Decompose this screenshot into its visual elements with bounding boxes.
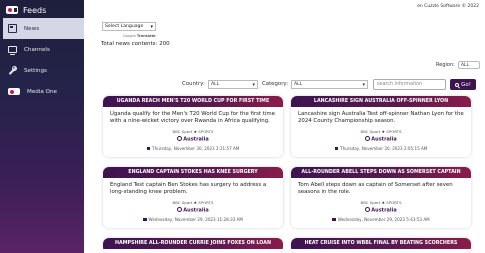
news-card[interactable]: HEAT CRUISE INTO WBBL FINAL BY BEATING S… — [291, 238, 471, 253]
go-button-label: Go! — [461, 81, 471, 88]
news-card-country-label: Australia — [183, 136, 209, 143]
news-card-date: Thursday, November 30, 2023 3:11:57 AM — [110, 145, 276, 152]
total-news-count: Total news contents: 200 — [101, 41, 170, 47]
news-card-summary: Tom Abell steps down as captain of Somer… — [298, 182, 453, 196]
news-card-summary: Lancashire sign Australia Test off-spinn… — [298, 111, 464, 125]
news-card-date: Wednesday, November 29, 2023 5:43:53 AM — [298, 216, 464, 223]
powered-by-suffix: Translate — [136, 34, 156, 38]
news-card-meta: BBC Sport ★ SPORTS — [298, 128, 464, 135]
media-one-logo-icon — [8, 88, 20, 95]
powered-by-translate[interactable]: Google Translate — [123, 34, 156, 38]
news-card-date: Wednesday, November 29, 2023 11:28:33 AM — [110, 216, 276, 223]
star-icon: ★ — [381, 199, 386, 205]
news-card-date-label: Thursday, November 30, 2023 2:05:15 AM — [340, 146, 428, 152]
sidebar-item-media-one[interactable]: Media One — [0, 81, 84, 102]
sidebar-item-news[interactable]: News — [3, 18, 84, 39]
news-icon — [8, 24, 17, 33]
star-icon: ★ — [193, 199, 198, 205]
news-card-category: SPORTS — [386, 128, 402, 134]
sidebar-item-channels[interactable]: Channels — [0, 39, 84, 60]
news-card-meta: BBC Sport ★ SPORTS — [298, 199, 464, 206]
news-card-category: SPORTS — [386, 199, 402, 205]
globe-icon — [177, 136, 183, 142]
country-select[interactable]: ALL — [208, 80, 258, 89]
brand: Feeds — [6, 3, 46, 17]
news-card-title: ENGLAND CAPTAIN STOKES HAS KNEE SURGERY — [103, 167, 283, 178]
news-card-source: BBC Sport — [172, 199, 193, 205]
copyright-text: en Cuzzle Software © 2022 — [417, 4, 479, 9]
language-select[interactable]: Select Language — [102, 22, 156, 31]
news-card-title: HAMPSHIRE ALL-ROUNDER CURRIE JOINS FOXES… — [103, 238, 283, 249]
search-input[interactable]: search information — [373, 79, 446, 90]
news-card-body: Lancashire sign Australia Test off-spinn… — [291, 107, 471, 157]
category-select[interactable]: ALL — [291, 80, 368, 89]
news-card-category: SPORTS — [198, 128, 214, 134]
news-card-date: Thursday, November 30, 2023 2:05:15 AM — [298, 145, 464, 152]
region-select[interactable]: ALL — [458, 61, 480, 69]
news-card[interactable]: UGANDA REACH MEN'S T20 WORLD CUP FOR FIR… — [103, 96, 283, 157]
news-card-body: Tom Abell steps down as captain of Somer… — [291, 178, 471, 228]
main-content: en Cuzzle Software © 2022 Select Languag… — [84, 0, 485, 253]
go-button[interactable]: Go! — [450, 79, 476, 90]
star-icon: ★ — [381, 128, 386, 134]
news-card-country: Australia — [110, 136, 276, 144]
news-card-body: Uganda qualify for the Men's T20 World C… — [103, 107, 283, 157]
sidebar-item-label: Media One — [27, 88, 57, 95]
news-card-country: Australia — [298, 136, 464, 144]
globe-icon — [177, 207, 183, 213]
globe-icon — [365, 207, 371, 213]
news-card-source: BBC Sport — [360, 128, 381, 134]
news-card-country: Australia — [110, 207, 276, 215]
country-label: Country: — [182, 81, 205, 87]
brand-title: Feeds — [23, 5, 47, 15]
news-card-source: BBC Sport — [172, 128, 193, 134]
news-card-country-label: Australia — [183, 207, 209, 214]
news-card[interactable]: ALL-ROUNDER ABELL STEPS DOWN AS SOMERSET… — [291, 167, 471, 228]
news-card-body: England Test captain Ben Stokes has surg… — [103, 178, 283, 228]
sidebar-item-label: News — [24, 25, 40, 32]
calendar-icon — [334, 146, 339, 151]
news-card-title: ALL-ROUNDER ABELL STEPS DOWN AS SOMERSET… — [291, 167, 471, 178]
sidebar-nav: News Channels Settings Media One — [0, 18, 84, 102]
sidebar: Feeds News Channels Settings Media One — [0, 0, 84, 253]
globe-icon — [365, 136, 371, 142]
star-icon: ★ — [193, 128, 198, 134]
powered-by-brand: Google — [123, 34, 136, 38]
sidebar-item-label: Channels — [24, 46, 50, 53]
news-card-summary: Uganda qualify for the Men's T20 World C… — [110, 111, 275, 125]
news-card-title: HEAT CRUISE INTO WBBL FINAL BY BEATING S… — [291, 238, 471, 249]
news-card[interactable]: LANCASHIRE SIGN AUSTRALIA OFF-SPINNER LY… — [291, 96, 471, 157]
settings-icon — [8, 66, 17, 75]
news-card-category: SPORTS — [198, 199, 214, 205]
news-card-meta: BBC Sport ★ SPORTS — [110, 128, 276, 135]
calendar-icon — [332, 217, 336, 222]
sidebar-item-settings[interactable]: Settings — [0, 60, 84, 81]
news-card-meta: BBC Sport ★ SPORTS — [110, 199, 276, 206]
news-card-date-label: Wednesday, November 29, 2023 5:43:53 AM — [337, 217, 430, 223]
news-card-country: Australia — [298, 207, 464, 215]
news-card-date-label: Thursday, November 30, 2023 3:11:57 AM — [152, 146, 240, 152]
news-card-country-label: Australia — [371, 136, 397, 143]
news-card-title: UGANDA REACH MEN'S T20 WORLD CUP FOR FIR… — [103, 96, 283, 107]
calendar-icon — [146, 146, 151, 151]
calendar-icon — [143, 217, 147, 222]
channels-icon — [8, 46, 17, 55]
feeds-logo-icon — [6, 6, 18, 14]
news-card-source: BBC Sport — [360, 199, 381, 205]
sidebar-item-label: Settings — [24, 67, 47, 74]
news-card[interactable]: ENGLAND CAPTAIN STOKES HAS KNEE SURGERY … — [103, 167, 283, 228]
region-label: Region: — [436, 62, 455, 68]
search-icon — [455, 82, 460, 87]
news-card-title: LANCASHIRE SIGN AUSTRALIA OFF-SPINNER LY… — [291, 96, 471, 107]
category-label: Category: — [262, 81, 289, 87]
news-card-date-label: Wednesday, November 29, 2023 11:28:33 AM — [148, 217, 243, 223]
news-card[interactable]: HAMPSHIRE ALL-ROUNDER CURRIE JOINS FOXES… — [103, 238, 283, 253]
news-card-summary: England Test captain Ben Stokes has surg… — [110, 182, 267, 196]
news-card-country-label: Australia — [371, 207, 397, 214]
